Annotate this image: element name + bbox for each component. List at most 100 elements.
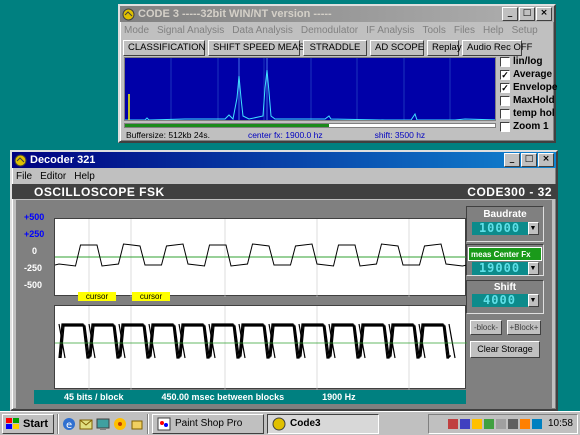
close-icon[interactable]: × [538, 153, 554, 167]
menu-setup[interactable]: Setup [512, 25, 538, 36]
menu-tools[interactable]: Tools [423, 25, 446, 36]
decoder-body: +500 +250 0 -250 -500 cursor cursor 45 b… [16, 200, 552, 409]
waveform-graph [54, 219, 468, 297]
decoder-titlebar[interactable]: Decoder 321 _ □ × [12, 152, 556, 168]
center-fx-control: meas Center Fx 19000 ▼ [466, 244, 544, 276]
eye-pattern-scope[interactable] [54, 305, 467, 390]
baudrate-value[interactable]: 10000 [471, 222, 528, 235]
checkbox[interactable] [500, 95, 510, 106]
center-fx-value[interactable]: 19000 [471, 262, 528, 275]
option-temp-hold[interactable]: temp hol [500, 107, 557, 120]
y-label-zero: 0 [32, 246, 38, 256]
menu-help[interactable]: Help [483, 25, 504, 36]
option-lin-log[interactable]: lin/log [500, 55, 557, 68]
minimize-icon[interactable]: _ [502, 7, 518, 21]
menu-editor[interactable]: Editor [40, 171, 66, 182]
previous-block-button[interactable]: -block- [470, 320, 502, 335]
tray-tool-icon[interactable] [519, 418, 530, 429]
decoder-window: Decoder 321 _ □ × File Editor Help OSCIL… [10, 150, 558, 411]
start-button[interactable]: Start [2, 413, 54, 434]
checkbox[interactable] [500, 121, 510, 132]
dropdown-arrow-icon[interactable]: ▼ [527, 262, 539, 275]
shift-label: Shift [493, 282, 517, 293]
taskbar: Start e Paint Shop Pro Code3 10:58 [0, 411, 580, 435]
block-interval: 450.00 msec between blocks [161, 392, 285, 402]
bits-per-block: 45 bits / block [64, 392, 124, 402]
window-title: Decoder 321 [30, 154, 96, 166]
menu-mode[interactable]: Mode [124, 25, 149, 36]
dropdown-arrow-icon[interactable]: ▼ [527, 222, 539, 235]
display-options: lin/log ✓ Average ✓ Envelope MaxHold temp … [500, 55, 557, 133]
replay-button[interactable]: Replay [427, 40, 462, 56]
tray-display-icon[interactable] [459, 418, 470, 429]
spectrum-display[interactable] [124, 57, 496, 121]
explorer-icon[interactable] [130, 417, 144, 431]
center-fx-text: center fx: 1900.0 hz [247, 130, 323, 140]
straddle-button[interactable]: STRADDLE [303, 40, 367, 56]
channel-icon[interactable] [113, 417, 127, 431]
eye-crossing [448, 323, 456, 359]
ad-scope-button[interactable]: AD SCOPE [370, 40, 424, 56]
center-fx-select[interactable]: meas Center Fx [468, 247, 542, 261]
clock: 10:58 [547, 418, 573, 429]
app-icon [122, 8, 135, 21]
shift-value[interactable]: 4000 [471, 294, 528, 307]
eye-pattern-graph [55, 306, 467, 390]
tray-globe-icon[interactable] [531, 418, 542, 429]
svg-text:e: e [66, 420, 72, 431]
tray-printer-icon[interactable] [495, 418, 506, 429]
scope-header: OSCILLOSCOPE FSK CODE300 - 32 [12, 184, 556, 199]
system-tray: 10:58 [428, 413, 578, 434]
mode-button-row: CLASSIFICATION SHIFT SPEED MEAS. STRADDL… [120, 38, 554, 58]
clear-storage-button[interactable]: Clear Storage [470, 341, 540, 358]
code3-titlebar[interactable]: CODE 3 -----32bit WIN/NT version ----- _… [120, 6, 554, 22]
cursor-marker[interactable]: cursor [132, 292, 170, 301]
y-label-plus500: +500 [24, 212, 45, 222]
task-paint-shop-pro[interactable]: Paint Shop Pro [152, 413, 264, 434]
desktop-icon[interactable] [96, 417, 110, 431]
internet-explorer-icon[interactable]: e [62, 417, 76, 431]
shift-speed-button[interactable]: SHIFT SPEED MEAS. [208, 40, 307, 56]
menu-if-analysis[interactable]: IF Analysis [366, 25, 414, 36]
checkbox[interactable] [500, 56, 510, 67]
baudrate-control: Baudrate 10000 ▼ [466, 206, 544, 242]
menu-files[interactable]: Files [454, 25, 475, 36]
decoder-status-bar: 45 bits / block 450.00 msec between bloc… [34, 390, 466, 404]
outlook-icon[interactable] [79, 417, 93, 431]
buffersize-text: Buffersize: 512kb 24s. [126, 130, 210, 140]
scope-title: OSCILLOSCOPE FSK [34, 184, 165, 199]
tray-monitor-icon[interactable] [483, 418, 494, 429]
menu-signal-analysis[interactable]: Signal Analysis [157, 25, 224, 36]
menu-file[interactable]: File [16, 171, 32, 182]
checkbox[interactable] [500, 108, 510, 119]
windows-logo-icon [6, 417, 19, 429]
classification-button[interactable]: CLASSIFICATION [123, 40, 205, 56]
cursor-marker[interactable]: cursor [78, 292, 116, 301]
option-envelope[interactable]: ✓ Envelope [500, 81, 557, 94]
dropdown-arrow-icon[interactable]: ▼ [527, 294, 539, 307]
maximize-icon[interactable]: □ [521, 153, 537, 167]
y-label-minus500: -500 [24, 280, 43, 290]
tray-network-icon[interactable] [447, 418, 458, 429]
menu-data-analysis[interactable]: Data Analysis [232, 25, 293, 36]
option-average[interactable]: ✓ Average [500, 68, 557, 81]
next-block-button[interactable]: +Block+ [507, 320, 541, 335]
option-zoom[interactable]: Zoom 1 [500, 120, 557, 133]
menu-help[interactable]: Help [74, 171, 95, 182]
app-icon [272, 417, 286, 430]
tray-alert-icon[interactable] [471, 418, 482, 429]
checkbox-checked[interactable]: ✓ [500, 82, 510, 93]
maximize-icon[interactable]: □ [519, 7, 535, 21]
fsk-waveform-scope[interactable] [54, 218, 468, 297]
close-icon[interactable]: × [536, 7, 552, 21]
option-maxhold[interactable]: MaxHold [500, 94, 557, 107]
checkbox-checked[interactable]: ✓ [500, 69, 510, 80]
task-code3[interactable]: Code3 [267, 413, 379, 434]
taskbar-separator [57, 413, 59, 434]
audio-rec-button[interactable]: Audio Rec OFF [462, 40, 532, 56]
y-label-minus250: -250 [24, 263, 43, 273]
window-title: CODE 3 -----32bit WIN/NT version ----- [138, 8, 332, 20]
menu-demodulator[interactable]: Demodulator [301, 25, 358, 36]
tray-volume-icon[interactable] [507, 418, 518, 429]
minimize-icon[interactable]: _ [504, 153, 520, 167]
